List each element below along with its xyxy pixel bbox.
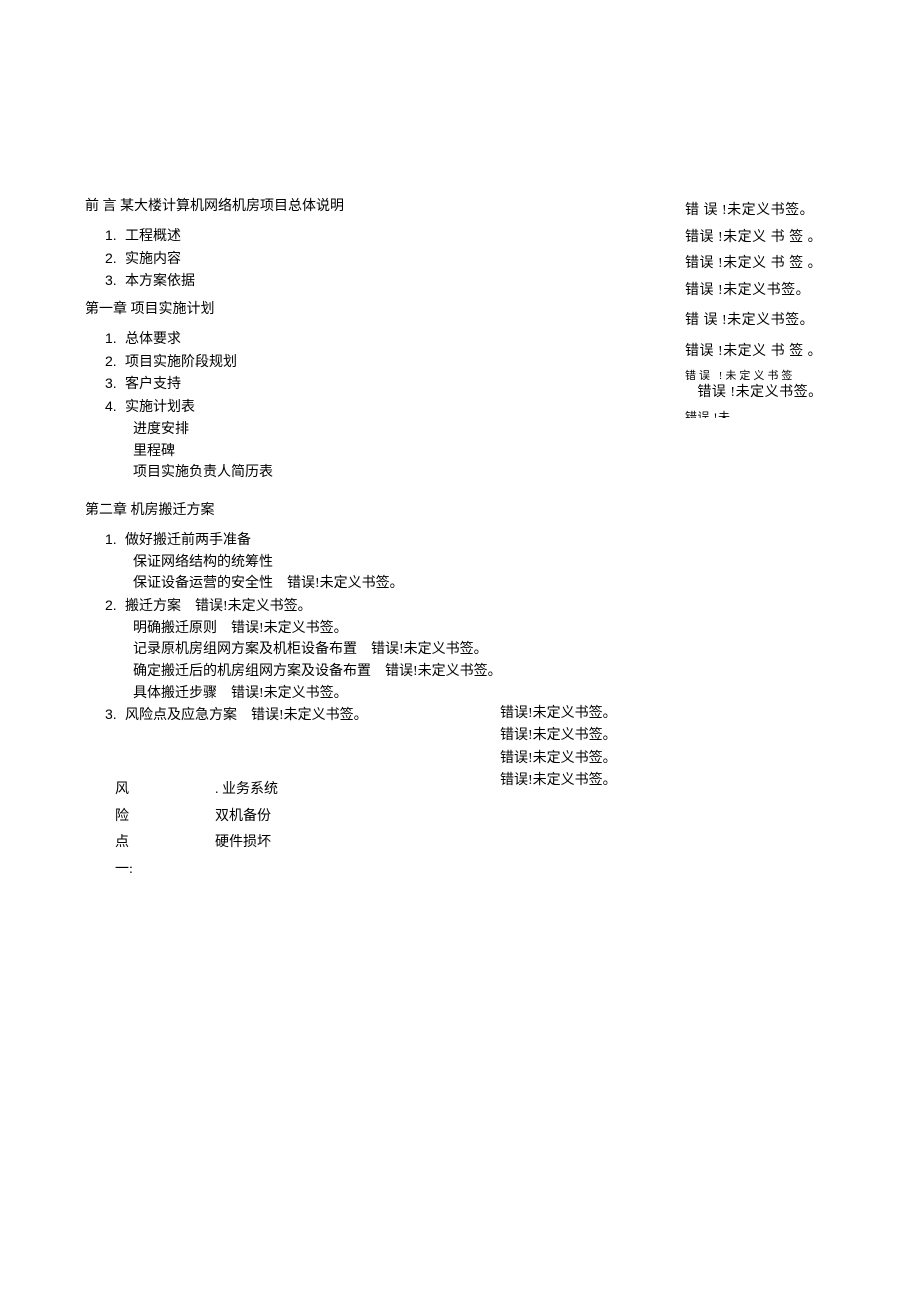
bookmark-error: 错误!未定义书签。 (500, 703, 617, 725)
bookmark-error: 错误 !未定义书签。 (685, 278, 835, 305)
risk-row: 风. 业务系统 (115, 777, 278, 804)
bookmark-error: 错 误 !未定义书签。 (685, 308, 835, 335)
toc-item: 3.本方案依据 (105, 270, 685, 293)
right-error-column: 错 误 !未定义书签。 错误 !未定义 书 签 。 错误 !未定义 书 签 。 … (685, 198, 835, 418)
toc-item: 2.项目实施阶段规划 (105, 351, 685, 374)
toc-list-ch2: 1.做好搬迁前两手准备 保证网络结构的统筹性 保证设备运营的安全性错误!未定义书… (85, 529, 685, 727)
toc-main: 前 言 某大楼计算机网络机房项目总体说明 1.工程概述 2.实施内容 3.本方案… (85, 190, 685, 731)
toc-subitem: 进度安排 (105, 419, 685, 441)
toc-subitem: 项目实施负责人简历表 (105, 462, 685, 484)
toc-item: 4.实施计划表 (105, 396, 685, 419)
bookmark-error: 错误!未定义书签。 (195, 599, 312, 614)
bookmark-error: 错误 !未定义 书 签 。 (685, 339, 835, 366)
bookmark-error: 错误!未定义书签。 (500, 770, 617, 792)
bookmark-error: 错误 !未定义书签 (685, 366, 835, 380)
toc-subitem: 明确搬迁原则错误!未定义书签。 (105, 618, 685, 640)
bookmark-error: 错误!未定义书签。 (500, 748, 617, 770)
toc-item: 2.搬迁方案错误!未定义书签。 (105, 595, 685, 618)
toc-item: 1.总体要求 (105, 328, 685, 351)
risk-row: 险双机备份 (115, 804, 278, 831)
toc-item: 2.实施内容 (105, 248, 685, 271)
risk-row: 点硬件损坏 (115, 830, 278, 857)
mid-error-block: 错误!未定义书签。 错误!未定义书签。 错误!未定义书签。 错误!未定义书签。 (500, 703, 617, 793)
bookmark-error: 错误 !未定义 书 签 。 (685, 225, 835, 252)
toc-subitem: 具体搬迁步骤错误!未定义书签。 (105, 683, 685, 705)
bookmark-error: 错误!未定义书签。 (371, 642, 488, 657)
toc-subitem: 保证网络结构的统筹性 (105, 552, 685, 574)
toc-list-preface: 1.工程概述 2.实施内容 3.本方案依据 (85, 225, 685, 293)
toc-subitem: 保证设备运营的安全性错误!未定义书签。 (105, 573, 685, 595)
toc-subitem: 记录原机房组网方案及机柜设备布置错误!未定义书签。 (105, 639, 685, 661)
toc-list-ch1: 1.总体要求 2.项目实施阶段规划 3.客户支持 4.实施计划表 进度安排 里程… (85, 328, 685, 484)
bookmark-error: 错误 !未 (685, 406, 835, 418)
risk-row: 一: (115, 857, 278, 884)
bookmark-error: 错 误 !未定义书签。 (685, 198, 835, 225)
bookmark-error: 错误!未定义书签。 (231, 621, 348, 636)
bookmark-error: 错误!未定义书签。 (231, 686, 348, 701)
toc-item: 3.客户支持 (105, 373, 685, 396)
chapter2-heading: 第二章 机房搬迁方案 (85, 500, 685, 521)
preface-heading: 前 言 某大楼计算机网络机房项目总体说明 (85, 196, 685, 217)
bookmark-error: 错误!未定义书签。 (251, 708, 368, 723)
toc-subitem: 里程碑 (105, 441, 685, 463)
risk-block: 风. 业务系统 险双机备份 点硬件损坏 一: (115, 777, 278, 883)
toc-item: 1.工程概述 (105, 225, 685, 248)
bookmark-error: 错误 !未定义书签。 (685, 380, 835, 407)
toc-subitem: 确定搬迁后的机房组网方案及设备布置错误!未定义书签。 (105, 661, 685, 683)
bookmark-error: 错误!未定义书签。 (385, 664, 502, 679)
bookmark-error: 错误!未定义书签。 (287, 576, 404, 591)
toc-item: 1.做好搬迁前两手准备 (105, 529, 685, 552)
bookmark-error: 错误 !未定义 书 签 。 (685, 251, 835, 278)
chapter1-heading: 第一章 项目实施计划 (85, 299, 685, 320)
bookmark-error: 错误!未定义书签。 (500, 725, 617, 747)
